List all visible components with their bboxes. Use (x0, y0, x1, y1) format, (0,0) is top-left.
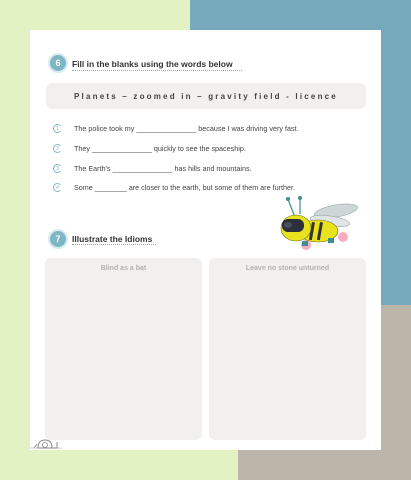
sentence-text[interactable]: Some ________ are closer to the earth, b… (74, 183, 295, 192)
snail-icon (30, 439, 62, 449)
bee-robot-illustration (280, 196, 358, 250)
sentence-number: 4 (53, 183, 62, 192)
sentence-3: 3 The Earth's _______________ has hills … (53, 164, 252, 173)
title-underline (72, 70, 242, 71)
sentence-2: 2 They _______________ quickly to see th… (53, 144, 246, 153)
sentence-text[interactable]: They _______________ quickly to see the … (74, 144, 246, 153)
sentence-number: 3 (53, 164, 62, 173)
question-6-number: 6 (48, 53, 68, 73)
title-underline (72, 244, 156, 245)
sentence-number: 1 (53, 124, 62, 133)
idiom-panel-2[interactable]: Leave no stone unturned (209, 258, 366, 440)
sentence-number: 2 (53, 144, 62, 153)
idiom-panel-1[interactable]: Blind as a bat (45, 258, 202, 440)
worksheet-page: 6 Fill in the blanks using the words bel… (30, 30, 381, 450)
sentence-text[interactable]: The Earth's _______________ has hills an… (74, 164, 252, 173)
idiom-label: Leave no stone unturned (245, 265, 330, 272)
sentence-4: 4 Some ________ are closer to the earth,… (53, 183, 295, 192)
idiom-label: Blind as a bat (100, 265, 147, 272)
question-6-title: Fill in the blanks using the words below (72, 59, 233, 69)
sentence-1: 1 The police took my _______________ bec… (53, 124, 299, 133)
sentence-text[interactable]: The police took my _______________ becau… (74, 124, 299, 133)
question-7-title: Illustrate the Idioms (72, 234, 153, 244)
question-7-number: 7 (48, 229, 68, 249)
word-bank: Planets – zoomed in – gravity field - li… (46, 83, 366, 109)
